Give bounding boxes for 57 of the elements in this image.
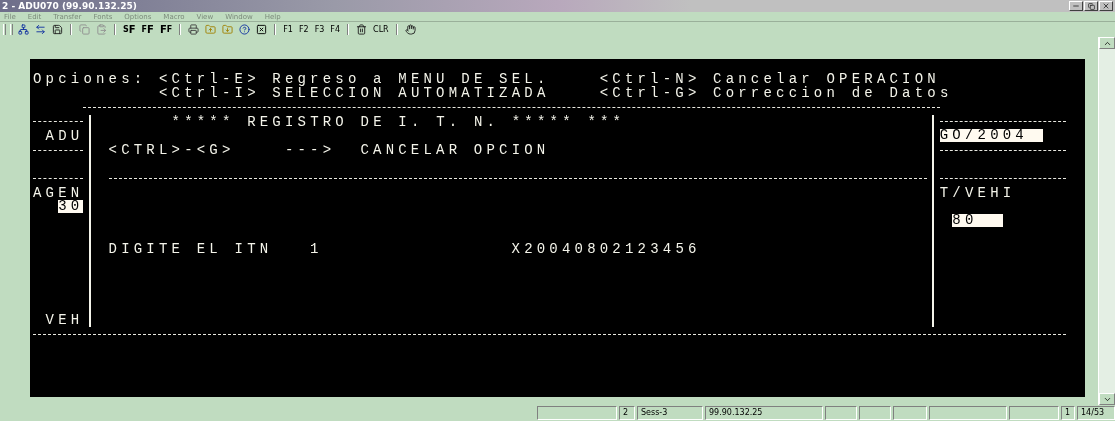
function-key-button[interactable]: F3 <box>313 23 326 36</box>
screen-title: ***** REGISTRO DE I. T. N. ***** *** <box>171 114 626 129</box>
shortcut-label: SELECCION AUTOMATIZADA <box>272 86 550 101</box>
status-bar-panel: Sess-3 <box>637 406 703 420</box>
shortcut-key: <Ctrl-I> <box>158 86 260 101</box>
function-key-button[interactable]: F2 <box>297 23 310 36</box>
shortcut-label: CANCELAR OPCION <box>360 143 550 158</box>
input-field[interactable]: 80 <box>952 214 1003 228</box>
terminal-text: X20040802123456 <box>511 242 701 257</box>
prompt-label: DIGITE EL ITN <box>108 242 273 257</box>
close-icon <box>1102 2 1110 10</box>
minimize-icon <box>1072 2 1080 10</box>
scroll-up-button[interactable] <box>1099 37 1115 49</box>
close-button[interactable] <box>1099 1 1113 11</box>
minimize-button[interactable] <box>1069 1 1083 11</box>
field-label: ADU <box>45 128 84 143</box>
shortcut-key: <Ctrl-N> <box>599 72 701 87</box>
shortcut-label: Regreso a MENU DE SEL. <box>272 72 550 87</box>
font-size-button[interactable]: FF <box>158 23 174 36</box>
function-key-button[interactable]: F4 <box>329 23 342 36</box>
scroll-down-button[interactable] <box>1099 393 1115 405</box>
terminal-text: Opciones: <box>33 72 147 87</box>
status-bar-panel: 99.90.132.25 <box>705 406 823 420</box>
terminal-text: 1 <box>310 242 323 257</box>
shortcut-key: <Ctrl-E> <box>158 72 260 87</box>
hand-icon[interactable] <box>403 23 417 36</box>
help-icon[interactable] <box>238 23 252 36</box>
status-bar-panel: 14/53 <box>1077 406 1115 420</box>
status-bar-panel <box>825 406 857 420</box>
shortcut-key: <CTRL>-<G> <box>108 143 235 158</box>
status-bar-panel <box>859 406 891 420</box>
field-label: VEH <box>45 313 84 328</box>
clear-button[interactable]: CLR <box>372 23 390 36</box>
font-size-button[interactable]: SF <box>122 23 137 36</box>
network-icon[interactable] <box>17 23 30 36</box>
terminal-text: ---> <box>284 143 336 158</box>
trash-icon[interactable] <box>355 23 369 36</box>
shortcut-key: <Ctrl-G> <box>599 86 701 101</box>
status-bar-panel <box>893 406 927 420</box>
restore-icon <box>1087 2 1095 10</box>
save-icon[interactable] <box>51 23 64 36</box>
status-bar-panel: 2 <box>619 406 635 420</box>
status-bar-panel <box>1009 406 1059 420</box>
window-title: 2 - ADU070 (99.90.132.25) <box>2 1 137 11</box>
x-box-icon[interactable] <box>255 23 269 36</box>
restore-button[interactable] <box>1084 1 1098 11</box>
shortcut-label: Correccion de Datos <box>713 86 953 101</box>
shortcut-label: Cancelar OPERACION <box>713 72 940 87</box>
function-key-button[interactable]: F1 <box>282 23 294 36</box>
printer-icon[interactable] <box>187 23 201 36</box>
arrows-icon[interactable] <box>34 23 47 36</box>
status-bar-panel: 1 <box>1061 406 1075 420</box>
input-field[interactable]: GO/2004 <box>939 129 1044 143</box>
font-size-button[interactable]: FF <box>140 23 155 36</box>
field-label: T/VEHI <box>939 185 1016 200</box>
input-field[interactable]: 30 <box>58 200 84 214</box>
field-label: AGEN <box>33 185 84 200</box>
